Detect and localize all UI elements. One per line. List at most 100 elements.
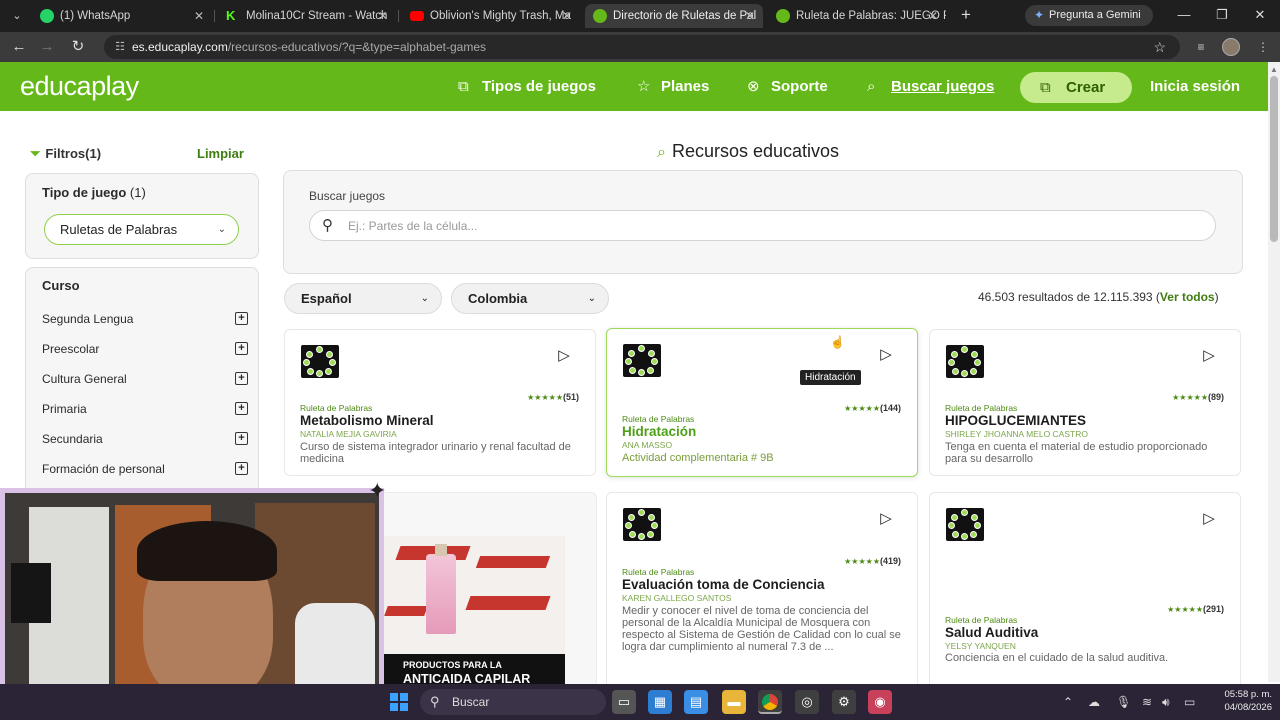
battery-icon[interactable]: ▭ [1184,693,1195,711]
clock-date: 04/08/2026 [1224,702,1272,713]
word-wheel-icon [946,508,984,541]
new-tab-button[interactable]: + [955,4,977,26]
bookmark-star-icon[interactable]: ☆ [1153,35,1166,59]
course-item[interactable]: Primaria + [42,401,248,417]
results-text: 46.503 resultados de 12.115.393 ( [978,290,1160,304]
view-all-link[interactable]: Ver todos [1160,290,1215,304]
expand-plus-icon[interactable]: + [235,432,248,445]
play-icon[interactable]: ▷ [1196,343,1222,369]
nav-label: Soporte [771,78,828,95]
card-title[interactable]: Evaluación toma de Conciencia [622,577,825,592]
play-icon[interactable]: ▷ [873,342,899,368]
card-author[interactable]: NATALIA MEJIA GAVIRIA [300,429,397,439]
course-item[interactable]: Preescolar + [42,341,248,357]
store-icon[interactable]: ▦ [648,690,672,714]
course-item[interactable]: Cultura General + [42,371,248,387]
course-item[interactable]: Formación de personal + [42,461,248,477]
game-card[interactable]: ▷ ★★★★★(419) Ruleta de Palabras Evaluaci… [606,492,918,692]
play-icon[interactable]: ▷ [551,343,577,369]
menu-kebab-icon[interactable]: ⋮ [1252,37,1274,57]
nav-soporte[interactable]: ⊗ Soporte [747,62,828,111]
task-view-icon[interactable]: ▭ [612,690,636,714]
filters-label: Filtros(1) [45,146,102,161]
chrome-icon[interactable] [758,690,782,714]
close-icon[interactable]: ✕ [928,4,938,28]
back-button[interactable]: ← [8,36,30,58]
game-type-select[interactable]: Ruletas de Palabras ⌄ [44,214,239,245]
search-input[interactable] [348,216,1198,236]
game-card[interactable]: ▷ ★★★★★(51) Ruleta de Palabras Metabolis… [284,329,596,476]
maximize-button[interactable]: ❐ [1208,4,1236,26]
file-explorer-icon[interactable]: ▬ [722,690,746,714]
gemini-button[interactable]: ✦ Pregunta a Gemini [1025,5,1153,26]
chevron-down-icon: ⌄ [217,224,226,235]
volume-icon[interactable]: 🔊︎ [1162,693,1170,711]
scrollbar-thumb[interactable] [1270,76,1278,242]
card-author[interactable]: YELSY YANQUEN [945,641,1016,651]
windows-start-icon[interactable] [390,693,408,711]
calculator-icon[interactable]: ▤ [684,690,708,714]
tab-kick[interactable]: K Molina10Cr Stream - Watch ✕ [218,4,396,28]
tab-whatsapp[interactable]: (1) WhatsApp ✕ [32,4,212,28]
card-author[interactable]: KAREN GALLEGO SANTOS [622,593,731,603]
url-text[interactable]: es.educaplay.com/recursos-educativos/?q=… [132,35,486,59]
expand-plus-icon[interactable]: + [235,372,248,385]
card-title[interactable]: Hidratación [622,424,696,439]
tab-educaplay-directory[interactable]: Directorio de Ruletas de Pal ✕ [585,4,763,28]
close-window-button[interactable]: ✕ [1246,4,1274,26]
game-card[interactable]: ▷ ★★★★★(144) Ruleta de Palabras Hidratac… [606,328,918,477]
game-card[interactable]: ▷ ★★★★★(291) Ruleta de Palabras Salud Au… [929,492,1241,692]
play-icon[interactable]: ▷ [873,506,899,532]
tab-media-icon[interactable]: ≡ [1190,37,1212,57]
expand-plus-icon[interactable]: + [235,342,248,355]
language-select[interactable]: Español ⌄ [284,283,442,314]
expand-plus-icon[interactable]: + [235,402,248,415]
forward-button[interactable]: → [36,36,58,58]
settings-gear-icon[interactable]: ⚙ [832,690,856,714]
nav-planes[interactable]: ☆ Planes [637,62,709,111]
game-type-selected: Ruletas de Palabras [60,222,178,237]
taskbar-clock[interactable]: 05:58 p. m. 04/08/2026 [1212,688,1272,714]
country-select[interactable]: Colombia ⌄ [451,283,609,314]
play-icon[interactable]: ▷ [1196,506,1222,532]
recorder-icon[interactable]: ◉ [868,690,892,714]
nav-tipos-de-juegos[interactable]: ⧉ Tipos de juegos [458,62,596,111]
expand-plus-icon[interactable]: + [235,462,248,475]
card-title[interactable]: Metabolismo Mineral [300,413,434,428]
site-info-icon[interactable]: ☷ [112,39,128,55]
cloud-icon[interactable]: ☁ [1088,693,1100,711]
address-bar[interactable]: ☷ es.educaplay.com/recursos-educativos/?… [104,35,1180,59]
close-icon[interactable]: ✕ [194,4,204,28]
tab-educaplay-game[interactable]: Ruleta de Palabras: JUEGO P ✕ [768,4,946,28]
expand-plus-icon[interactable]: + [235,312,248,325]
wifi-icon[interactable]: ≋ [1142,693,1152,711]
card-title[interactable]: HIPOGLUCEMIANTES [945,413,1086,428]
tab-youtube[interactable]: Oblivion's Mighty Trash, Ma ✕ [402,4,580,28]
gemini-icon: ✦ [1034,8,1045,22]
card-author[interactable]: SHIRLEY JHOANNA MELO CASTRO [945,429,1088,439]
scroll-up-arrow[interactable]: ▲ [1268,64,1280,76]
search-box[interactable]: ⚲ [309,210,1216,241]
create-button[interactable]: ⧉ Crear [1020,72,1132,103]
close-icon[interactable]: ✕ [562,4,572,28]
close-icon[interactable]: ✕ [745,4,755,28]
rating-count: (144) [879,403,901,413]
minimize-button[interactable]: — [1170,4,1198,26]
taskbar-search[interactable]: ⚲ Buscar [420,689,606,715]
obs-icon[interactable]: ◎ [795,690,819,714]
profile-avatar[interactable] [1222,38,1240,56]
course-item[interactable]: Segunda Lengua + [42,311,248,327]
card-author[interactable]: ANA MASSO [622,440,672,450]
game-card[interactable]: ▷ ★★★★★(89) Ruleta de Palabras HIPOGLUCE… [929,329,1241,476]
clear-filters-link[interactable]: Limpiar [197,146,244,161]
tab-search-icon[interactable]: ⌄ [6,5,28,27]
login-link[interactable]: Inicia sesión [1150,62,1240,111]
course-item[interactable]: Secundaria + [42,431,248,447]
reload-button[interactable]: ↻ [67,36,89,58]
microphone-icon[interactable]: 🎙︎ [1116,693,1131,711]
educaplay-logo[interactable]: educaplay [20,71,139,102]
card-title[interactable]: Salud Auditiva [945,625,1038,640]
tray-overflow-icon[interactable]: ⌃ [1063,693,1073,711]
close-icon[interactable]: ✕ [378,4,388,28]
nav-buscar-juegos[interactable]: ⌕ Buscar juegos [867,62,994,111]
